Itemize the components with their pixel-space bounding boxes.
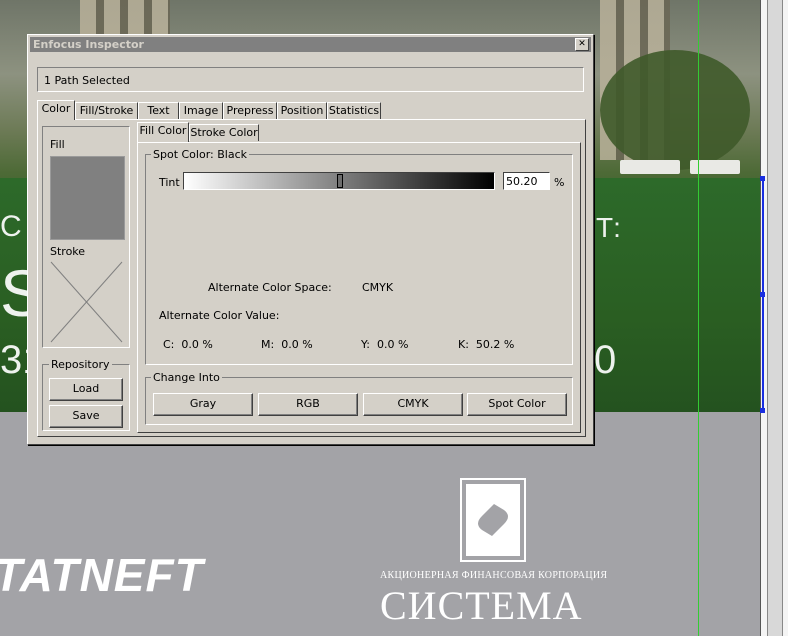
document-scrollbar[interactable] — [760, 0, 788, 636]
selection-handle[interactable] — [760, 408, 765, 413]
convert-rgb-button[interactable]: RGB — [258, 393, 358, 416]
window-title: Enfocus Inspector — [33, 38, 144, 51]
alternate-color-space-label: Alternate Color Space: — [208, 281, 332, 294]
cmyk-y-value: Y: 0.0 % — [361, 338, 409, 351]
convert-cmyk-button[interactable]: CMYK — [363, 393, 463, 416]
load-button[interactable]: Load — [49, 378, 123, 401]
selection-status: 1 Path Selected — [37, 67, 584, 92]
tint-slider-thumb[interactable] — [337, 174, 343, 188]
tab-stroke-color[interactable]: Stroke Color — [189, 124, 259, 141]
fill-stroke-preview: Fill Stroke — [42, 126, 130, 348]
close-icon[interactable]: ✕ — [575, 38, 589, 51]
no-stroke-cross-icon — [50, 261, 123, 343]
fill-color-panel: Spot Color: Black Tint % Alternate Color… — [137, 142, 581, 433]
spot-color-title: Spot Color: Black — [151, 148, 249, 161]
tab-color[interactable]: Color — [37, 100, 75, 120]
background-text-fragment: 0 — [594, 338, 617, 382]
guide-line — [698, 0, 699, 636]
tab-prepress[interactable]: Prepress — [223, 102, 277, 119]
tab-fill-color[interactable]: Fill Color — [137, 122, 189, 142]
stroke-label: Stroke — [50, 245, 86, 258]
color-tab-panel: Fill Stroke Repository Load Save Fill Co… — [37, 119, 586, 437]
cmyk-m-value: M: 0.0 % — [261, 338, 313, 351]
fill-label: Fill — [50, 138, 65, 151]
convert-spot-color-button[interactable]: Spot Color — [467, 393, 567, 416]
sistema-name: СИСТЕМА — [380, 583, 583, 628]
alternate-color-space-value: CMYK — [362, 281, 394, 294]
tint-label: Tint — [159, 176, 180, 189]
cmyk-k-value: K: 50.2 % — [458, 338, 515, 351]
repository-group: Repository Load Save — [42, 358, 130, 431]
tab-statistics[interactable]: Statistics — [327, 102, 381, 119]
change-into-group: Change Into Gray RGB CMYK Spot Color — [145, 371, 573, 425]
tab-image[interactable]: Image — [179, 102, 223, 119]
save-button[interactable]: Save — [49, 405, 123, 428]
tab-position[interactable]: Position — [277, 102, 327, 119]
cmyk-c-value: C: 0.0 % — [163, 338, 213, 351]
stroke-swatch[interactable] — [50, 261, 123, 343]
tint-percent-sign: % — [554, 176, 565, 189]
convert-gray-button[interactable]: Gray — [153, 393, 253, 416]
selection-handle[interactable] — [760, 176, 765, 181]
spot-color-group: Spot Color: Black Tint % Alternate Color… — [145, 148, 573, 365]
alternate-color-value-label: Alternate Color Value: — [159, 309, 280, 322]
sistema-logo-icon — [460, 478, 526, 562]
background-text-fragment: Т: — [596, 212, 621, 243]
selection-handle[interactable] — [760, 292, 765, 297]
background-bench — [620, 160, 680, 174]
tab-text[interactable]: Text — [138, 102, 179, 119]
tab-fill-stroke[interactable]: Fill/Stroke — [75, 102, 138, 119]
repository-title: Repository — [49, 358, 112, 371]
tint-slider[interactable] — [183, 172, 495, 190]
tint-value-input[interactable] — [503, 172, 550, 190]
background-text-fragment: С — [0, 210, 22, 243]
sistema-subtitle: АКЦИОНЕРНАЯ ФИНАНСОВАЯ КОРПОРАЦИЯ — [380, 570, 608, 581]
enfocus-inspector-window: Enfocus Inspector ✕ 1 Path Selected Colo… — [27, 34, 594, 445]
change-into-title: Change Into — [151, 371, 222, 384]
fill-swatch[interactable] — [50, 156, 125, 240]
tatneft-logo-text: TATNEFT — [0, 549, 204, 601]
window-titlebar[interactable]: Enfocus Inspector ✕ — [30, 37, 591, 52]
background-tree — [600, 50, 750, 170]
